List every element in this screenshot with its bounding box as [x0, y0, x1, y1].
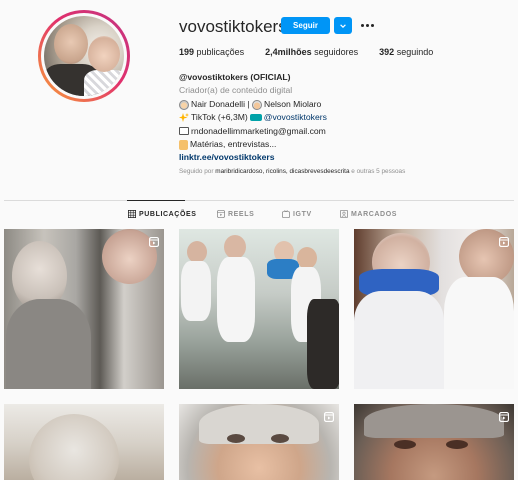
- chevron-down-icon: [340, 23, 346, 28]
- post-figure: [187, 241, 207, 263]
- stat-followers[interactable]: 2,4milhões seguidores: [265, 47, 358, 57]
- bio-press-text: Matérias, entrevistas...: [190, 139, 277, 150]
- tab-igtv[interactable]: IGTV: [282, 210, 312, 218]
- post-figure: [297, 247, 317, 269]
- post-thumbnail[interactable]: [4, 404, 164, 480]
- post-thumbnail[interactable]: [354, 229, 514, 389]
- follow-button[interactable]: Seguir: [281, 17, 330, 34]
- igtv-icon: [282, 210, 290, 218]
- post-figure: [446, 440, 468, 449]
- avatar-image: [44, 16, 124, 96]
- followed-by-suffix: e outras 5 pessoas: [351, 168, 406, 175]
- stat-posts: 199 publicações: [179, 47, 244, 57]
- tab-reels[interactable]: REELS: [217, 210, 254, 218]
- profile-avatar[interactable]: [38, 10, 130, 102]
- suggested-accounts-button[interactable]: [334, 17, 352, 34]
- bio-line-tiktok: TikTok (+6,3M) @vovostiktokers: [179, 111, 419, 124]
- bio-line-press: Matérias, entrevistas...: [179, 138, 419, 151]
- tab-tagged[interactable]: MARCADOS: [340, 210, 397, 218]
- bio-line-names: Nair Donadelli | Nelson Miolaro: [179, 98, 419, 111]
- stat-followers-value: 2,4milhões: [265, 47, 312, 57]
- avatar-face-woman: [88, 36, 120, 72]
- profile-username: vovostiktokers: [179, 17, 287, 36]
- tab-posts[interactable]: PUBLICAÇÕES: [128, 210, 197, 218]
- bio-mention-link[interactable]: @vovostiktokers: [264, 111, 327, 124]
- post-figure: [29, 414, 119, 480]
- tagged-icon: [340, 210, 348, 218]
- post-figure: [364, 404, 504, 438]
- bio-name-nair: Nair Donadelli |: [191, 98, 250, 109]
- profile-bio: @vovostiktokers (OFICIAL) Criador(a) de …: [179, 71, 419, 165]
- more-options-button[interactable]: [360, 18, 374, 32]
- tab-tagged-label: MARCADOS: [351, 210, 398, 218]
- post-figure: [307, 299, 339, 389]
- stat-following-value: 392: [379, 47, 395, 57]
- reel-icon: [323, 409, 335, 423]
- post-figure: [354, 291, 444, 389]
- sparkles-icon: [179, 112, 189, 122]
- bio-category: Criador(a) de conteúdo digital: [179, 85, 293, 96]
- profile-stats: 199 publicações 2,4milhões seguidores 39…: [179, 47, 454, 57]
- active-tab-indicator: [127, 200, 185, 201]
- post-figure: [217, 257, 255, 342]
- post-figure: [394, 440, 416, 449]
- stat-posts-label: publicações: [196, 47, 245, 57]
- tab-igtv-label: IGTV: [293, 210, 312, 218]
- reels-icon: [217, 210, 225, 218]
- stat-followers-label: seguidores: [314, 47, 359, 57]
- reel-icon: [498, 409, 510, 423]
- post-figure: [444, 277, 514, 389]
- bio-name-nelson: Nelson Miolaro: [264, 98, 322, 109]
- more-dot-icon: [370, 23, 374, 27]
- post-figure: [6, 299, 91, 389]
- bio-tiktok-count: TikTok (+6,3M): [191, 112, 248, 123]
- followed-by-names: maribridicardoso, ricolins, dicasbrevesd…: [215, 168, 350, 175]
- envelope-icon: [179, 127, 189, 136]
- profile-tabs: PUBLICAÇÕES REELS IGTV MARCADOS: [0, 210, 518, 222]
- stat-following[interactable]: 392 seguindo: [379, 47, 433, 57]
- tab-posts-label: PUBLICAÇÕES: [139, 210, 197, 218]
- post-figure: [271, 434, 289, 443]
- avatar-figure-woman: [84, 70, 124, 96]
- stat-posts-value: 199: [179, 47, 195, 57]
- post-figure: [199, 404, 319, 444]
- more-dot-icon: [360, 23, 364, 27]
- bio-line-email: rndonadellimmarketing@gmail.com: [179, 125, 419, 138]
- reel-icon: [498, 234, 510, 248]
- reel-icon: [148, 234, 160, 248]
- pointing-hand-icon: [179, 139, 188, 150]
- more-dot-icon: [365, 23, 369, 27]
- avatar-inner: [41, 13, 127, 99]
- avatar-face-man: [54, 24, 88, 64]
- followed-by-prefix: Seguido por: [179, 168, 214, 175]
- followed-by[interactable]: Seguido por maribridicardoso, ricolins, …: [179, 168, 405, 175]
- post-thumbnail[interactable]: [354, 404, 514, 480]
- sunglasses-icon: [249, 114, 262, 122]
- old-woman-icon: [179, 99, 189, 110]
- post-thumbnail[interactable]: [179, 229, 339, 389]
- post-figure: [227, 434, 245, 443]
- post-figure: [181, 261, 211, 321]
- tabs-divider: [4, 200, 514, 201]
- bio-email: rndonadellimmarketing@gmail.com: [191, 125, 326, 136]
- bio-name: @vovostiktokers (OFICIAL): [179, 72, 291, 82]
- stat-following-label: seguindo: [396, 47, 434, 57]
- old-man-icon: [252, 99, 262, 110]
- grid-icon: [128, 210, 136, 218]
- tab-reels-label: REELS: [228, 210, 255, 218]
- post-thumbnail[interactable]: [179, 404, 339, 480]
- bio-external-link[interactable]: linktr.ee/vovostiktokers: [179, 151, 419, 164]
- post-thumbnail[interactable]: [4, 229, 164, 389]
- post-figure: [224, 235, 246, 259]
